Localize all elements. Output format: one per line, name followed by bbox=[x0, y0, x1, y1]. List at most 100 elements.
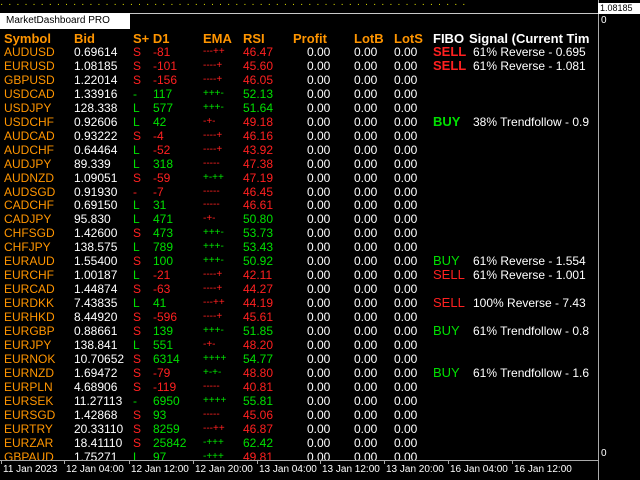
profit-cell: 0.00 bbox=[307, 379, 331, 394]
table-row[interactable]: EURSEK 11.27113- 6950 ++++ 55.81 0.00 0.00 0.00 bbox=[0, 394, 598, 408]
bid-cell: 1.08185 bbox=[74, 58, 118, 73]
time-axis-label: 13 Jan 12:00 bbox=[322, 464, 380, 475]
rsi-cell: 53.43 bbox=[243, 240, 274, 255]
lots-cell: 0.00 bbox=[394, 184, 418, 199]
table-row[interactable]: EURNOK 10.70652 S 6314 ++++ 54.77 0.00 0.00 0.00 bbox=[0, 352, 598, 366]
table-row[interactable]: EURTRY 20.33110 S 8259 ---++ 46.87 0.00 0.00 0.0… bbox=[0, 422, 598, 436]
table-row[interactable]: EURZAR 18.41110 S 25842 -+++ 62.42 0.00 0.00 0.0… bbox=[0, 436, 598, 450]
table-row[interactable]: EURSGD 1.42868 S 93 ----- 45.06 0.00 0.00 0.00 bbox=[0, 408, 598, 422]
profit-cell: 0.00 bbox=[307, 407, 331, 422]
lotb-cell: 0.00 bbox=[354, 58, 378, 73]
lotb-cell: 0.00 bbox=[354, 351, 378, 366]
ema-cell: ----+ bbox=[203, 283, 223, 295]
table-row[interactable]: CHFJPY 138.575 L 789 +++- 53.43 0.00 0.00 0.00 bbox=[0, 240, 598, 254]
table-row[interactable]: EURUSD 1.08185 S -101 ----+ 45.60 0.00 0.00 0.00… bbox=[0, 58, 598, 73]
d1-points-cell: 25842 bbox=[153, 435, 187, 450]
time-axis[interactable]: 11 Jan 2023 12 Jan 04:00 12 Jan 12:00 12 Ja… bbox=[0, 460, 598, 480]
table-row[interactable]: EURDKK 7.43835 L 41 ---++ 44.19 0.00 0.00 0.00 SE… bbox=[0, 296, 598, 311]
table-row[interactable]: AUDSGD 0.91930- -7 ----- 46.45 0.00 0.00 0.00 bbox=[0, 185, 598, 199]
table-row[interactable]: AUDCHF 0.64464 L -52 ----+ 43.92 0.00 0.00 0.00 bbox=[0, 143, 598, 157]
fibo-signal-cell: BUY bbox=[433, 364, 460, 380]
time-axis-tick bbox=[320, 461, 321, 464]
symbol-cell: EURCAD bbox=[4, 282, 55, 297]
direction-cell: S bbox=[133, 72, 142, 87]
rsi-cell: 49.18 bbox=[243, 114, 274, 129]
d1-points-cell: 471 bbox=[153, 212, 174, 227]
direction-cell: L bbox=[133, 212, 140, 227]
lotb-cell: 0.00 bbox=[354, 393, 378, 408]
time-axis-tick bbox=[1, 461, 2, 464]
table-row[interactable]: EURGBP 0.88661 S 139 +++- 51.85 0.00 0.00 0.00 BU… bbox=[0, 324, 598, 339]
table-row[interactable]: GBPUSD 1.22014 S -156 ----+ 46.05 0.00 0.00 0.00 bbox=[0, 73, 598, 87]
lots-cell: 0.00 bbox=[394, 128, 418, 143]
bid-cell: 1.33916 bbox=[74, 86, 118, 101]
table-row[interactable]: EURNZD 1.69472 S -79 +-+- 48.80 0.00 0.00 0.00 BU… bbox=[0, 364, 598, 380]
symbol-cell: CADJPY bbox=[4, 212, 52, 227]
d1-points-cell: 6950 bbox=[153, 393, 180, 408]
bid-cell: 7.43835 bbox=[74, 296, 118, 311]
ema-cell: ---++ bbox=[203, 422, 225, 434]
table-row[interactable]: CHFSGD 1.42600 S 473 +++- 53.73 0.00 0.00 0.00 bbox=[0, 226, 598, 240]
lotb-cell: 0.00 bbox=[354, 128, 378, 143]
time-axis-label: 12 Jan 20:00 bbox=[195, 464, 253, 475]
rsi-cell: 45.06 bbox=[243, 407, 274, 422]
rsi-cell: 62.42 bbox=[243, 435, 274, 450]
table-row[interactable]: USDCHF 0.92606 L 42 -+- 49.18 0.00 0.00 0.00 BUY 3… bbox=[0, 114, 598, 129]
d1-points-cell: 93 bbox=[153, 407, 167, 422]
lotb-cell: 0.00 bbox=[354, 72, 378, 87]
table-row[interactable]: EURJPY 138.841 L 551 -+- 48.20 0.00 0.00 0.00 bbox=[0, 338, 598, 352]
direction-cell: L bbox=[133, 142, 140, 157]
ema-cell: +++- bbox=[203, 227, 224, 239]
bid-cell: 1.09051 bbox=[74, 170, 118, 185]
rsi-cell: 42.11 bbox=[243, 268, 273, 283]
table-row[interactable]: EURCAD 1.44874 S -63 ----+ 44.27 0.00 0.00 0.00 bbox=[0, 282, 598, 296]
bid-cell: 0.88661 bbox=[74, 324, 118, 338]
d1-points-cell: -596 bbox=[153, 310, 178, 325]
lotb-cell: 0.00 bbox=[354, 212, 378, 227]
table-row[interactable]: USDCAD 1.33916- 117 +++- 52.13 0.00 0.00 0.00 bbox=[0, 87, 598, 101]
bid-cell: 8.44920 bbox=[74, 310, 118, 325]
ema-cell: ----+ bbox=[203, 73, 223, 85]
table-row[interactable]: AUDJPY 89.339 L 318 ----- 47.38 0.00 0.00 0.00 bbox=[0, 157, 598, 171]
col-header-ema: EMA bbox=[203, 31, 232, 46]
table-row[interactable]: EURHKD 8.44920 S -596 ----+ 45.61 0.00 0.00 0.00 bbox=[0, 310, 598, 324]
table-row[interactable]: CADCHF 0.69150 L 31 ----- 46.61 0.00 0.00 0.00 bbox=[0, 198, 598, 212]
lotb-cell: 0.00 bbox=[354, 114, 378, 129]
table-row[interactable]: EURCHF 1.00187 L -21 ----+ 42.11 0.00 0.00 0.00 S… bbox=[0, 267, 598, 283]
direction-cell: - bbox=[133, 86, 137, 101]
fibo-signal-cell: SELL bbox=[433, 267, 465, 283]
table-row[interactable]: USDJPY 128.338 L 577 +++- 51.64 0.00 0.00 0.00 bbox=[0, 101, 598, 115]
direction-cell: S bbox=[133, 58, 142, 73]
lots-cell: 0.00 bbox=[394, 379, 418, 394]
profit-cell: 0.00 bbox=[307, 324, 331, 338]
d1-points-cell: -52 bbox=[153, 142, 171, 157]
table-row[interactable]: EURPLN 4.68906 S -119 ----- 40.81 0.00 0.00 0.00 bbox=[0, 380, 598, 394]
profit-cell: 0.00 bbox=[307, 198, 331, 213]
ema-cell: +++- bbox=[203, 255, 224, 267]
d1-points-cell: 577 bbox=[153, 100, 174, 115]
table-row[interactable]: AUDUSD 0.69614 S -81 ---++ 46.47 0.00 0.00 0.00 S… bbox=[0, 45, 598, 60]
table-row[interactable]: AUDCAD 0.93222 S -4 ----+ 46.16 0.00 0.00 0.00 bbox=[0, 129, 598, 143]
direction-cell: L bbox=[133, 268, 140, 283]
table-row[interactable]: EURAUD 1.55400 S 100 +++- 50.92 0.00 0.00 0.00 BU… bbox=[0, 254, 598, 269]
ema-cell: -+- bbox=[203, 338, 216, 350]
lotb-cell: 0.00 bbox=[354, 310, 378, 325]
profit-cell: 0.00 bbox=[307, 449, 331, 460]
table-row[interactable]: CADJPY 95.830 L 471 -+- 50.80 0.00 0.00 0.00 bbox=[0, 212, 598, 226]
bid-cell: 0.93222 bbox=[74, 128, 118, 143]
bid-cell: 0.69150 bbox=[74, 198, 118, 213]
price-scale-panel[interactable] bbox=[598, 0, 640, 480]
table-row[interactable]: AUDNZD 1.09051 S -59 +-++ 47.19 0.00 0.00 0.00 bbox=[0, 171, 598, 185]
table-row[interactable]: GBPAUD 1.75271 L 97 -+++ 49.81 0.00 0.00 0.00 bbox=[0, 450, 598, 460]
direction-cell: S bbox=[133, 282, 142, 297]
col-header-rsi: RSI bbox=[243, 31, 265, 46]
symbol-cell: EURHKD bbox=[4, 310, 55, 325]
direction-cell: S bbox=[133, 421, 142, 436]
lots-cell: 0.00 bbox=[394, 72, 418, 87]
ema-cell: ----+ bbox=[203, 143, 223, 155]
bid-cell: 20.33110 bbox=[74, 421, 124, 436]
lots-cell: 0.00 bbox=[394, 212, 418, 227]
profit-cell: 0.00 bbox=[307, 351, 331, 366]
d1-points-cell: 41 bbox=[153, 296, 167, 311]
ema-cell: ----- bbox=[203, 199, 220, 211]
